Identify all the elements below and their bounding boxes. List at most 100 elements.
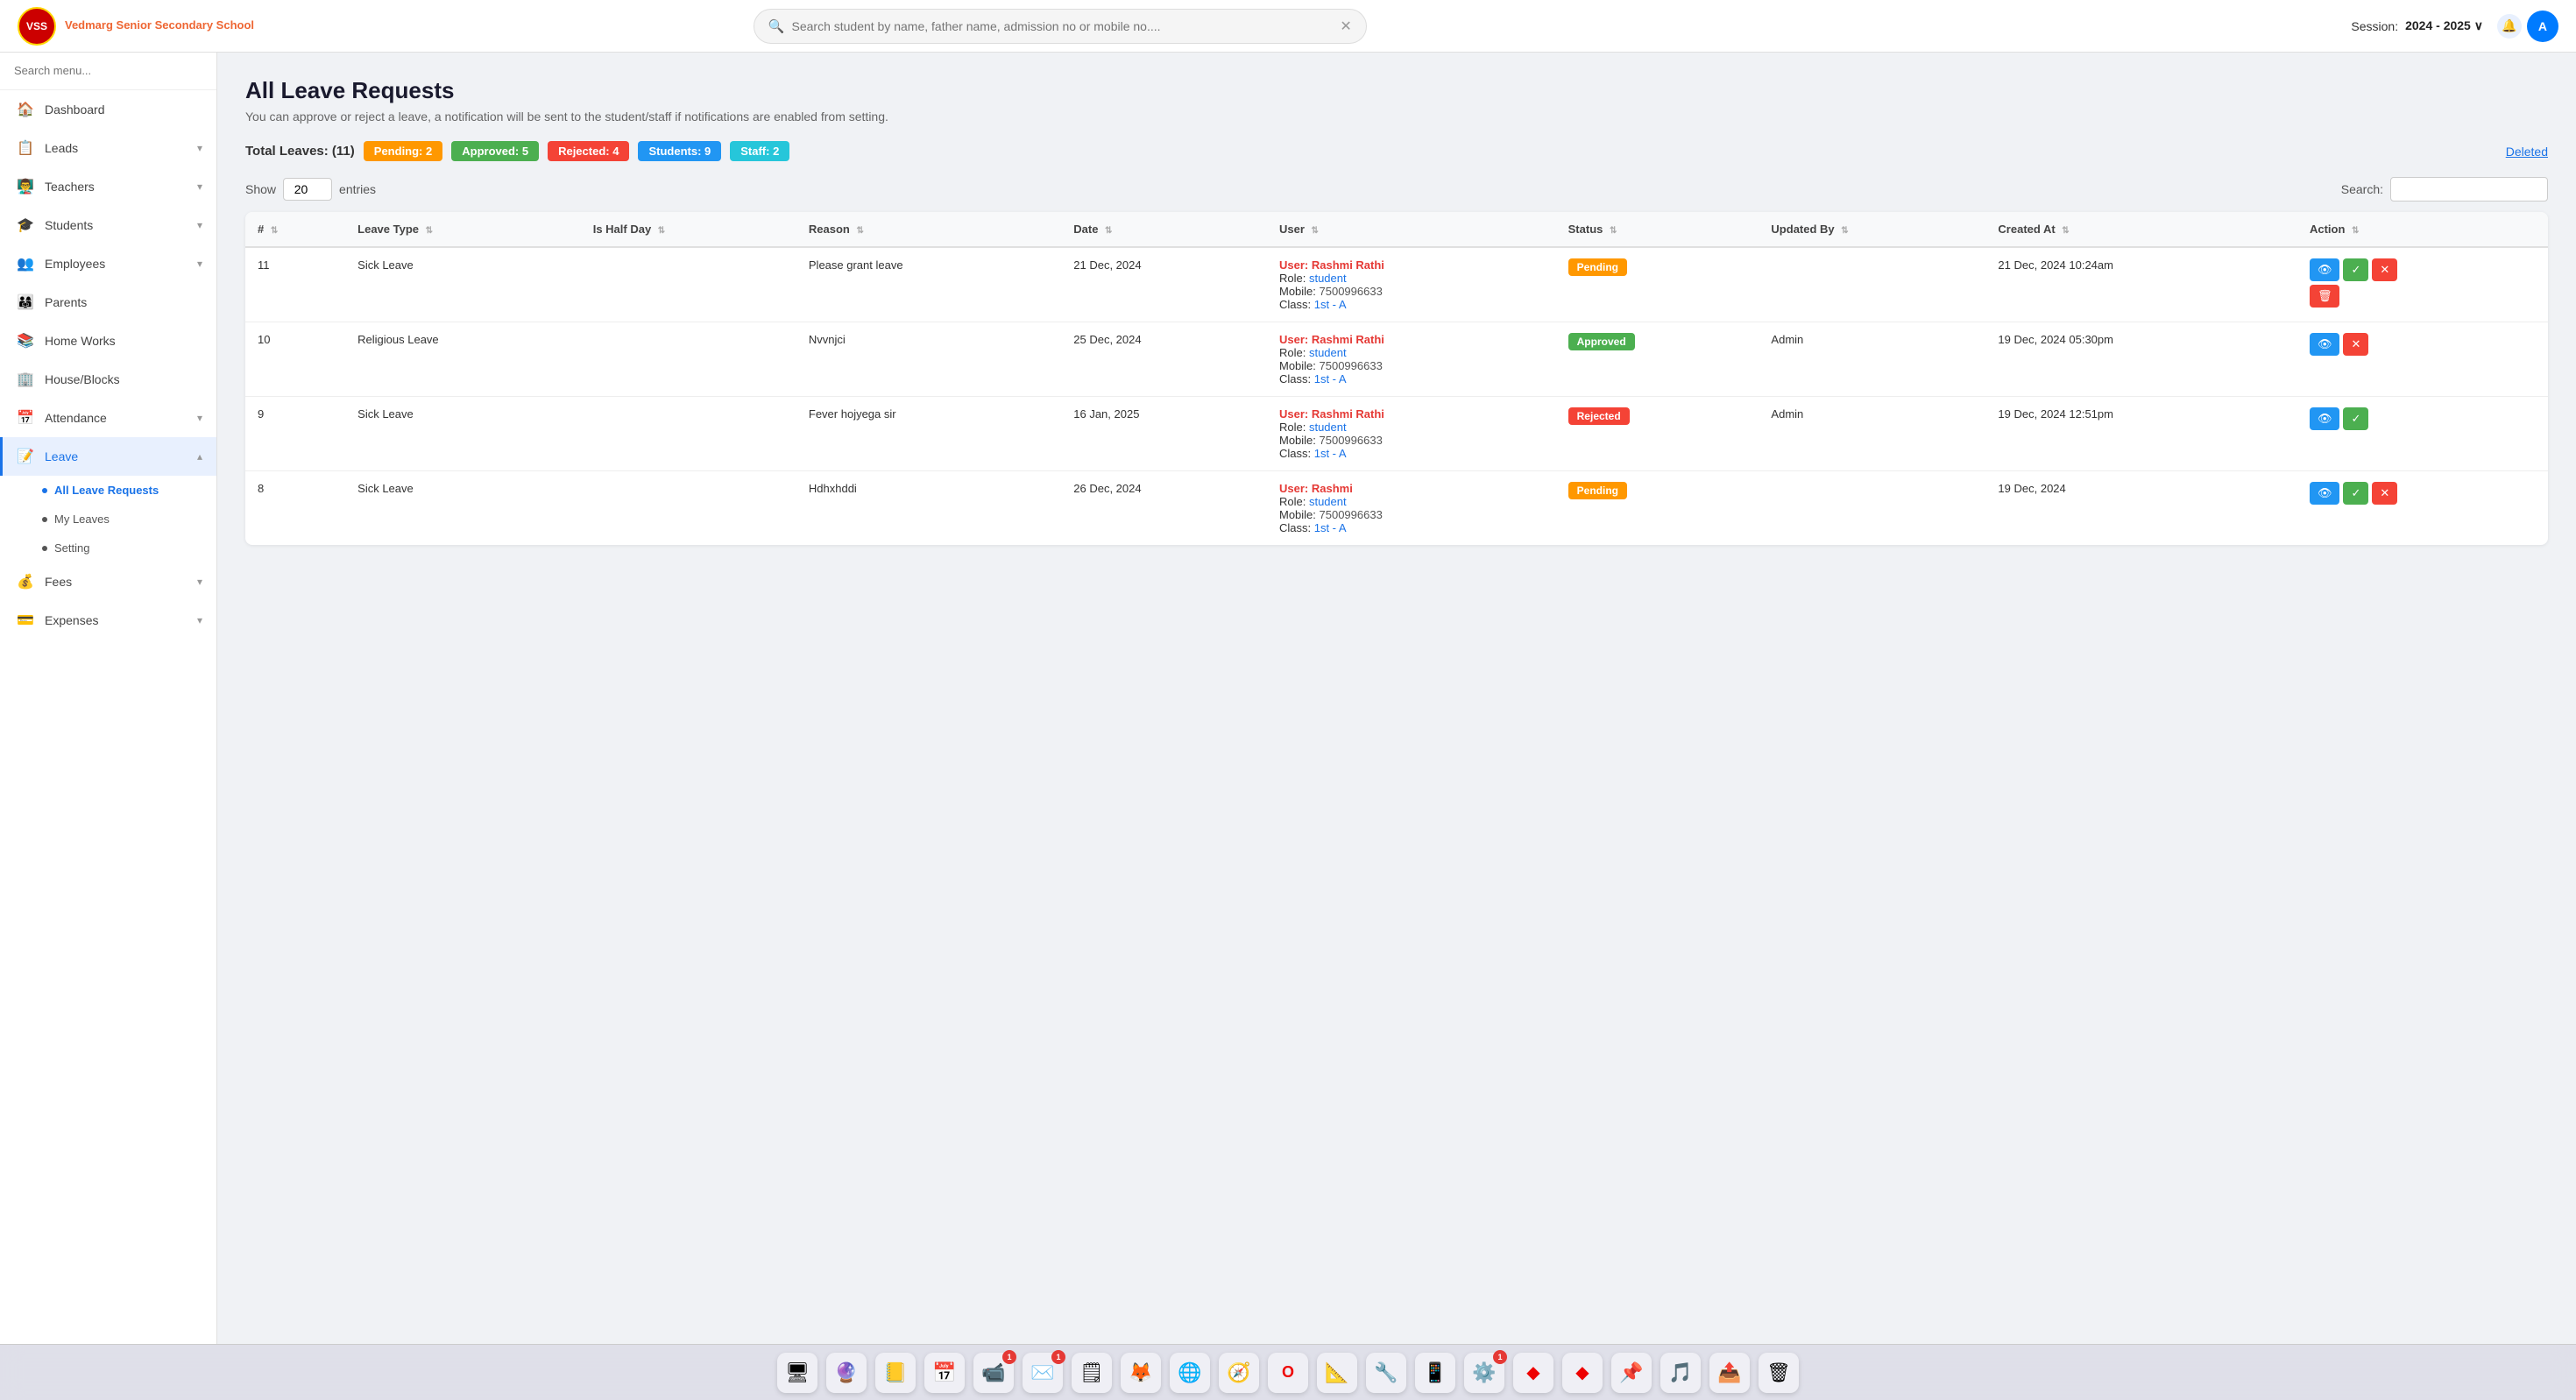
main-layout: 🏠 Dashboard 📋 Leads ▾ 👨‍🏫 Teachers ▾ 🎓 S…: [0, 53, 2576, 1344]
sidebar-sub-all-leave-requests[interactable]: All Leave Requests: [42, 476, 216, 505]
dock-mail[interactable]: ✉️1: [1023, 1353, 1063, 1393]
sidebar-item-leads[interactable]: 📋 Leads ▾: [0, 129, 216, 167]
user-name: User:: [1279, 407, 1312, 421]
notes-icon: 🗒: [1079, 1361, 1104, 1384]
houseblocks-icon: 🏢: [17, 371, 34, 388]
dock-stickies[interactable]: 📌: [1611, 1353, 1652, 1393]
git1-icon: ◆: [1526, 1361, 1539, 1383]
sidebar-item-houseblocks[interactable]: 🏢 House/Blocks: [0, 360, 216, 399]
sort-icon-is-half-day[interactable]: ⇅: [658, 226, 665, 236]
dock-finder[interactable]: 🖥: [777, 1353, 817, 1393]
sidebar-label-employees: Employees: [45, 257, 187, 271]
dock-git2[interactable]: ◆: [1562, 1353, 1603, 1393]
view-button[interactable]: 👁: [2310, 258, 2340, 281]
badge-students: Students: 9: [638, 141, 721, 161]
dock-airdrop[interactable]: 📤: [1709, 1353, 1750, 1393]
sidebar-item-attendance[interactable]: 📅 Attendance ▾: [0, 399, 216, 437]
airdrop-icon: 📤: [1717, 1361, 1741, 1384]
view-button[interactable]: 👁: [2310, 407, 2340, 430]
user-role: student: [1309, 495, 1347, 508]
approve-button[interactable]: ✓: [2343, 482, 2368, 505]
table-header-row: # ⇅ Leave Type ⇅ Is Half Day ⇅ Reason ⇅ …: [245, 212, 2548, 247]
notification-icon[interactable]: 🔔: [2497, 14, 2522, 39]
cell-is-half-day: [581, 471, 796, 546]
sidebar-search-input[interactable]: [14, 64, 202, 77]
facetime-icon: 📹: [981, 1361, 1005, 1384]
reject-button[interactable]: ✕: [2343, 333, 2368, 356]
dock-calendar[interactable]: 📅: [924, 1353, 965, 1393]
global-search-input[interactable]: [792, 19, 1334, 33]
dock-git1[interactable]: ◆: [1513, 1353, 1553, 1393]
dock-siri[interactable]: 🔮: [826, 1353, 867, 1393]
sidebar-item-parents[interactable]: 👨‍👩‍👧 Parents: [0, 283, 216, 322]
sort-icon-created-at[interactable]: ⇅: [2062, 226, 2069, 236]
view-button[interactable]: 👁: [2310, 333, 2340, 356]
action-row-top: 👁✓✕: [2310, 258, 2536, 281]
leave-submenu: All Leave Requests My Leaves Setting: [0, 476, 216, 562]
approve-button[interactable]: ✓: [2343, 258, 2368, 281]
reject-button[interactable]: ✕: [2372, 482, 2397, 505]
sidebar-label-expenses: Expenses: [45, 613, 187, 627]
main-content: All Leave Requests You can approve or re…: [217, 53, 2576, 1344]
session-value[interactable]: 2024 - 2025 ∨: [2405, 18, 2483, 33]
bullet-icon: [42, 488, 47, 493]
dock-settings[interactable]: ⚙️1: [1464, 1353, 1504, 1393]
sort-icon-reason[interactable]: ⇅: [856, 226, 863, 236]
dock-facetime[interactable]: 📹1: [973, 1353, 1014, 1393]
dock-vdmarg[interactable]: 📐: [1317, 1353, 1357, 1393]
dock-safari[interactable]: 🧭: [1219, 1353, 1259, 1393]
sidebar-item-dashboard[interactable]: 🏠 Dashboard: [0, 90, 216, 129]
sidebar-sub-setting[interactable]: Setting: [42, 534, 216, 562]
dock-music[interactable]: 🎵: [1660, 1353, 1701, 1393]
user-class: 1st - A: [1314, 298, 1347, 311]
sidebar-item-homework[interactable]: 📚 Home Works: [0, 322, 216, 360]
cell-user: User: Rashmi Rathi Role: student Mobile:…: [1267, 397, 1556, 471]
sidebar-item-teachers[interactable]: 👨‍🏫 Teachers ▾: [0, 167, 216, 206]
deleted-link[interactable]: Deleted: [2506, 145, 2548, 159]
dock-chrome[interactable]: 🌐: [1170, 1353, 1210, 1393]
attendance-icon: 📅: [17, 409, 34, 427]
entries-count-input[interactable]: [283, 178, 332, 201]
sort-icon-status[interactable]: ⇅: [1610, 226, 1617, 236]
dock-notes[interactable]: 🗒: [1072, 1353, 1112, 1393]
sidebar-item-students[interactable]: 🎓 Students ▾: [0, 206, 216, 244]
cell-updated-by: [1759, 471, 1985, 546]
sort-icon-leave-type[interactable]: ⇅: [426, 226, 433, 236]
table-row: 10 Religious Leave Nvvnjci 25 Dec, 2024 …: [245, 322, 2548, 397]
settings-icon: ⚙️: [1472, 1361, 1496, 1384]
sort-icon-id[interactable]: ⇅: [271, 226, 278, 236]
avatar[interactable]: A: [2527, 11, 2558, 42]
show-label: Show: [245, 182, 276, 196]
finder-icon: 🖥: [785, 1361, 810, 1384]
approve-button[interactable]: ✓: [2343, 407, 2368, 430]
vdmarg-icon: 📐: [1325, 1361, 1348, 1384]
delete-button[interactable]: 🗑: [2310, 285, 2340, 308]
teachers-icon: 👨‍🏫: [17, 178, 34, 195]
dock-opera[interactable]: O: [1268, 1353, 1308, 1393]
reject-button[interactable]: ✕: [2372, 258, 2397, 281]
sort-icon-updated-by[interactable]: ⇅: [1841, 226, 1848, 236]
sort-icon-user[interactable]: ⇅: [1312, 226, 1319, 236]
bullet-icon: [42, 546, 47, 551]
cell-is-half-day: [581, 247, 796, 322]
sidebar-item-expenses[interactable]: 💳 Expenses ▾: [0, 601, 216, 640]
clear-search-icon[interactable]: ✕: [1340, 18, 1351, 35]
sort-icon-date[interactable]: ⇅: [1105, 226, 1112, 236]
badge-staff: Staff: 2: [730, 141, 789, 161]
cell-is-half-day: [581, 322, 796, 397]
dock-contacts[interactable]: 📒: [875, 1353, 916, 1393]
sidebar-item-fees[interactable]: 💰 Fees ▾: [0, 562, 216, 601]
sidebar-item-employees[interactable]: 👥 Employees ▾: [0, 244, 216, 283]
class-label: Class:: [1279, 298, 1314, 311]
sidebar-sub-my-leaves[interactable]: My Leaves: [42, 505, 216, 534]
table-search-input[interactable]: [2390, 177, 2548, 202]
dock-admin[interactable]: 🔧: [1366, 1353, 1406, 1393]
dock-appstore[interactable]: 📱: [1415, 1353, 1455, 1393]
dock-trash[interactable]: 🗑: [1759, 1353, 1799, 1393]
view-button[interactable]: 👁: [2310, 482, 2340, 505]
chrome-icon: 🌐: [1178, 1361, 1201, 1384]
sidebar-item-leave[interactable]: 📝 Leave ▴: [0, 437, 216, 476]
role-label: Role:: [1279, 272, 1309, 285]
dock-firefox[interactable]: 🦊: [1121, 1353, 1161, 1393]
sidebar-label-houseblocks: House/Blocks: [45, 372, 202, 386]
